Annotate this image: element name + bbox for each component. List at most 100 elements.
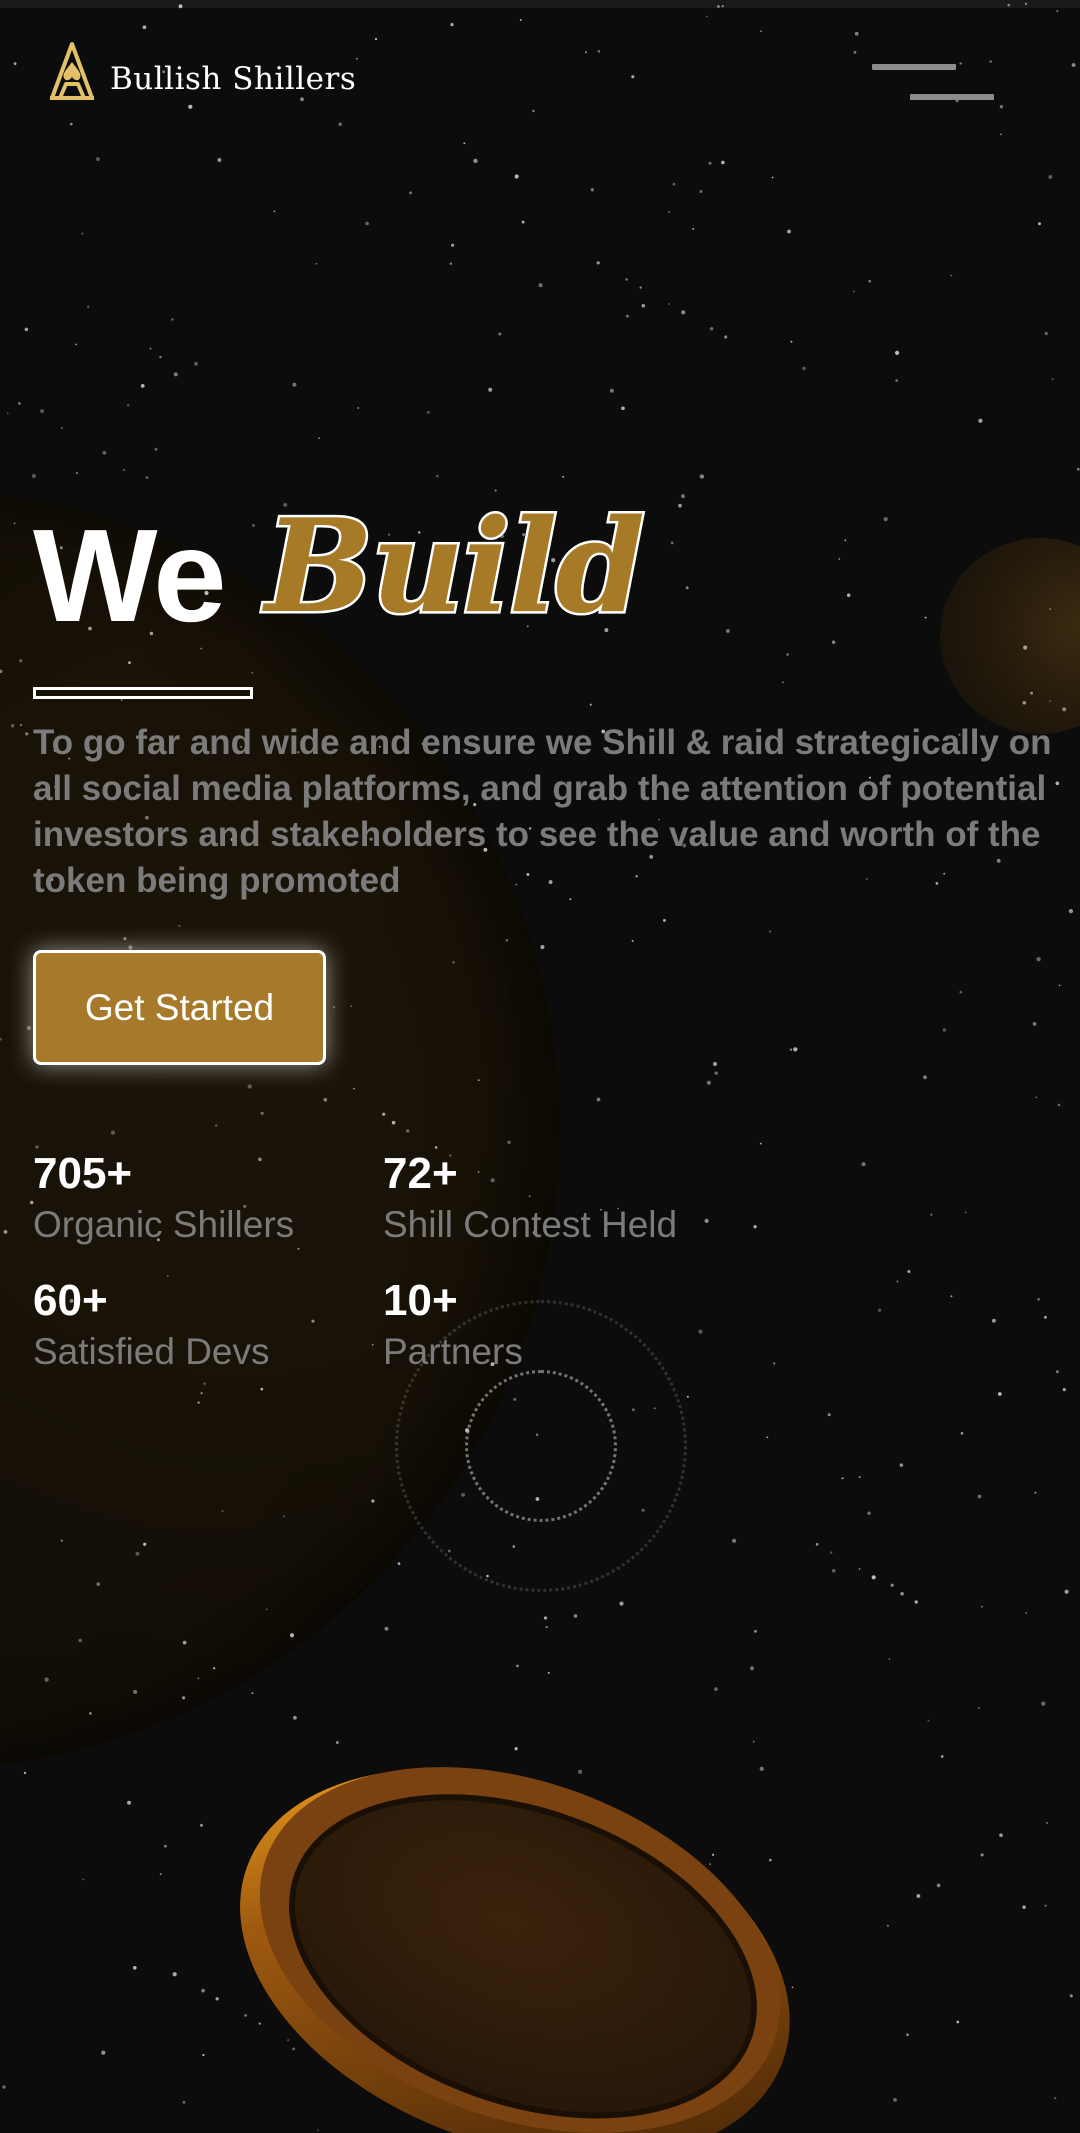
star	[87, 305, 90, 308]
star	[25, 732, 29, 736]
star	[505, 938, 509, 942]
star	[265, 1608, 268, 1611]
star	[878, 1308, 882, 1312]
star	[543, 1616, 548, 1620]
star	[705, 15, 708, 18]
star	[133, 1689, 138, 1694]
star	[350, 1005, 353, 1008]
star	[172, 1972, 177, 1977]
star	[545, 1625, 548, 1629]
star	[749, 1666, 755, 1671]
stat-label: Shill Contest Held	[383, 1204, 678, 1245]
star	[708, 161, 712, 165]
star	[890, 1583, 894, 1587]
hero-description: To go far and wide and ensure we Shill &…	[33, 723, 1052, 900]
star	[893, 2098, 897, 2102]
star	[923, 1075, 927, 1080]
star	[668, 303, 670, 305]
star	[1054, 2097, 1057, 2100]
star	[488, 387, 493, 392]
star	[149, 347, 152, 350]
star	[1030, 691, 1034, 695]
star	[1062, 1387, 1066, 1392]
star	[894, 350, 900, 356]
get-started-button[interactable]: Get Started	[33, 950, 326, 1065]
star	[1025, 1611, 1028, 1614]
star	[371, 1499, 375, 1503]
star	[858, 1476, 861, 1479]
star	[980, 1853, 984, 1857]
star	[899, 1463, 904, 1467]
star	[787, 229, 791, 234]
brand-logo[interactable]: Bullish Shillers	[44, 40, 356, 104]
star	[6, 412, 9, 415]
star	[96, 1582, 101, 1586]
star	[19, 659, 23, 663]
star	[672, 182, 676, 186]
hero-title: We Build	[33, 490, 1053, 650]
star	[323, 1097, 328, 1102]
stat-value: 72+	[383, 1149, 458, 1198]
star	[123, 937, 127, 941]
star	[562, 475, 565, 478]
star	[1038, 222, 1041, 226]
star	[1056, 10, 1059, 12]
star	[641, 304, 646, 308]
star	[858, 1568, 861, 1570]
star	[197, 1677, 200, 1680]
star	[332, 1006, 336, 1009]
star	[31, 473, 36, 479]
star	[110, 1130, 116, 1135]
star	[1034, 1491, 1037, 1494]
star	[802, 366, 806, 371]
star	[2, 2085, 6, 2089]
star	[1062, 707, 1067, 712]
star	[930, 1213, 933, 1217]
star	[1048, 175, 1053, 179]
star	[997, 1392, 1002, 1396]
star	[589, 703, 592, 706]
menu-line-top	[872, 64, 956, 70]
star	[521, 220, 525, 224]
dotted-ring-inner	[465, 1370, 617, 1522]
star	[1057, 1103, 1061, 1107]
star	[197, 1401, 200, 1404]
star	[353, 1087, 356, 1090]
star	[516, 1664, 519, 1668]
star	[1058, 984, 1061, 987]
star	[619, 1601, 624, 1606]
star	[790, 340, 793, 343]
star	[507, 1140, 511, 1145]
star	[714, 1687, 718, 1691]
star	[24, 327, 29, 332]
star	[709, 326, 714, 331]
star	[1069, 1994, 1073, 1998]
star	[960, 1432, 964, 1435]
star	[449, 262, 453, 265]
star	[991, 1318, 996, 1323]
site-header: Bullish Shillers	[0, 30, 1080, 150]
star	[714, 1071, 718, 1075]
star	[830, 1551, 833, 1554]
star	[297, 1247, 300, 1250]
star	[159, 1873, 162, 1876]
star	[1032, 1021, 1037, 1026]
star	[692, 227, 695, 230]
star	[950, 274, 953, 277]
star	[888, 1658, 891, 1660]
star	[914, 1600, 918, 1604]
star	[215, 1997, 219, 2001]
star	[273, 210, 276, 213]
star	[782, 681, 784, 684]
hamburger-menu-icon[interactable]	[872, 64, 994, 108]
hero-title-plain: We	[33, 502, 227, 649]
star	[178, 924, 181, 927]
star	[202, 2053, 205, 2057]
star	[427, 411, 430, 414]
star	[964, 1211, 967, 1214]
star	[406, 1129, 410, 1133]
star	[766, 1436, 769, 1439]
star	[397, 1562, 401, 1566]
star	[217, 158, 222, 162]
star	[23, 1771, 27, 1775]
